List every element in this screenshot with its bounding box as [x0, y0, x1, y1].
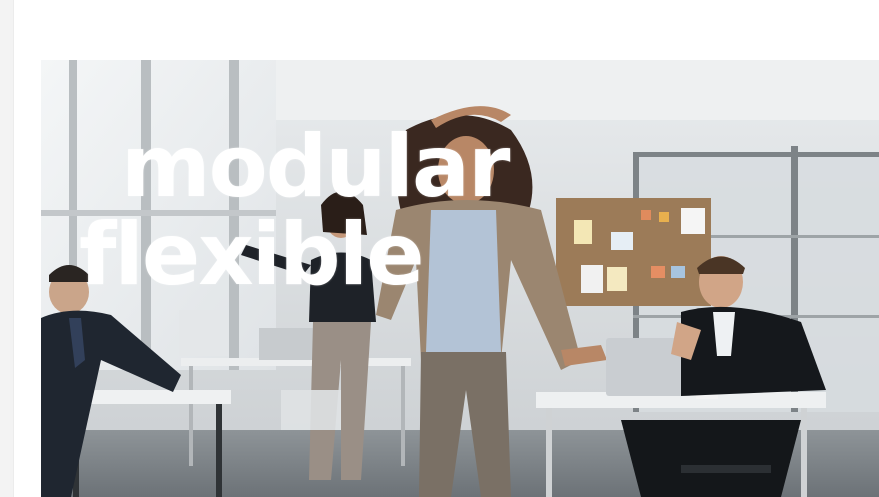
video-frame[interactable]: modular flexible — [41, 60, 879, 497]
ceiling — [271, 60, 879, 120]
page: modular flexible — [0, 0, 879, 497]
left-scroll-rail — [0, 0, 14, 497]
office-scene-image — [41, 60, 879, 497]
